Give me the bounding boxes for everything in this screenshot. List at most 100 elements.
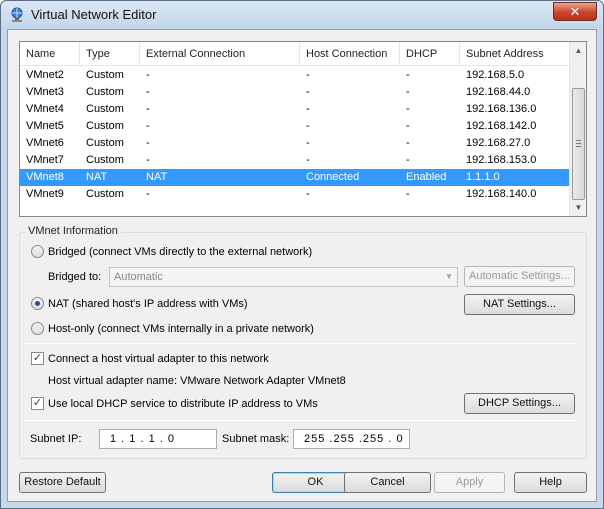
table-row[interactable]: VMnet6 Custom - - - 192.168.27.0	[20, 135, 569, 152]
subnet-ip-input[interactable]: 1 . 1 . 1 . 0	[99, 429, 217, 449]
nat-settings-button[interactable]: NAT Settings...	[464, 294, 575, 315]
subnet-mask-input[interactable]: 255 .255 .255 . 0	[293, 429, 410, 449]
cell-dhcp: -	[406, 69, 410, 81]
cell-subnet-address: 1.1.1.0	[466, 171, 500, 183]
table-row[interactable]: VMnet9 Custom - - - 192.168.140.0	[20, 186, 569, 203]
table-row[interactable]: VMnet5 Custom - - - 192.168.142.0	[20, 118, 569, 135]
group-separator	[25, 420, 575, 421]
cell-subnet-address: 192.168.44.0	[466, 86, 531, 98]
nat-radio[interactable]: NAT (shared host's IP address with VMs)	[31, 296, 248, 312]
dialog-client-area: Name Type External Connection Host Conne…	[7, 29, 597, 502]
vmnet-information-label: VMnet Information	[25, 225, 121, 237]
use-local-dhcp-checkbox[interactable]: ✓ Use local DHCP service to distribute IP…	[31, 396, 318, 412]
cell-host-connection: Connected	[306, 171, 360, 183]
cell-host-connection: -	[306, 86, 310, 98]
scroll-up-arrow-icon[interactable]: ▲	[570, 42, 587, 59]
scrollbar-grip	[576, 146, 581, 147]
cell-external-connection: -	[146, 103, 150, 115]
cell-subnet-address: 192.168.5.0	[466, 69, 525, 81]
list-body: VMnet2 Custom - - - 192.168.5.0 VMnet3 C…	[20, 67, 569, 203]
scroll-down-arrow-icon[interactable]: ▼	[570, 199, 587, 216]
table-row[interactable]: VMnet7 Custom - - - 192.168.153.0	[20, 152, 569, 169]
dropdown-arrow-icon: ▼	[445, 272, 453, 281]
cell-name: VMnet4	[26, 103, 64, 115]
cancel-button[interactable]: Cancel	[344, 472, 431, 493]
bridged-radio-label: Bridged (connect VMs directly to the ext…	[48, 246, 313, 258]
column-header-type[interactable]: Type	[80, 42, 140, 66]
cell-dhcp: -	[406, 86, 410, 98]
host-only-radio[interactable]: Host-only (connect VMs internally in a p…	[31, 321, 314, 337]
host-only-radio-label: Host-only (connect VMs internally in a p…	[48, 323, 314, 335]
table-row[interactable]: VMnet4 Custom - - - 192.168.136.0	[20, 101, 569, 118]
column-header-subnet-address[interactable]: Subnet Address	[460, 42, 569, 66]
subnet-mask-label: Subnet mask:	[222, 433, 290, 445]
dhcp-settings-button[interactable]: DHCP Settings...	[464, 393, 575, 414]
cell-external-connection: NAT	[146, 171, 168, 183]
cell-dhcp: Enabled	[406, 171, 447, 183]
bridged-radio[interactable]: Bridged (connect VMs directly to the ext…	[31, 244, 312, 260]
automatic-settings-button[interactable]: Automatic Settings...	[464, 266, 575, 287]
cell-external-connection: -	[146, 86, 150, 98]
cell-name: VMnet9	[26, 188, 64, 200]
column-header-host-connection[interactable]: Host Connection	[300, 42, 400, 66]
cell-dhcp: -	[406, 154, 410, 166]
bridged-to-value: Automatic	[114, 271, 163, 283]
column-header-dhcp[interactable]: DHCP	[400, 42, 460, 66]
host-adapter-name: Host virtual adapter name: VMware Networ…	[48, 375, 346, 387]
radio-circle[interactable]	[31, 321, 44, 335]
connect-host-adapter-checkbox[interactable]: ✓ Connect a host virtual adapter to this …	[31, 351, 269, 367]
network-globe-icon	[11, 7, 23, 22]
list-header: Name Type External Connection Host Conne…	[20, 42, 569, 66]
checkbox-checked[interactable]: ✓	[31, 396, 44, 410]
window-title: Virtual Network Editor	[31, 7, 157, 22]
apply-button[interactable]: Apply	[434, 472, 505, 493]
cell-dhcp: -	[406, 137, 410, 149]
cell-external-connection: -	[146, 69, 150, 81]
help-button[interactable]: Help	[514, 472, 587, 493]
table-row[interactable]: VMnet3 Custom - - - 192.168.44.0	[20, 84, 569, 101]
checkbox-checked[interactable]: ✓	[31, 351, 44, 365]
restore-default-button[interactable]: Restore Default	[19, 472, 106, 493]
scrollbar-thumb[interactable]	[572, 88, 585, 200]
nat-radio-label: NAT (shared host's IP address with VMs)	[48, 298, 248, 310]
cell-dhcp: -	[406, 188, 410, 200]
cell-dhcp: -	[406, 120, 410, 132]
radio-circle[interactable]	[31, 244, 44, 258]
column-header-name[interactable]: Name	[20, 42, 80, 66]
column-header-external-connection[interactable]: External Connection	[140, 42, 300, 66]
scrollbar-grip	[576, 140, 581, 141]
radio-circle-selected[interactable]	[31, 296, 44, 310]
bridged-to-dropdown[interactable]: Automatic ▼	[109, 267, 458, 287]
cell-host-connection: -	[306, 137, 310, 149]
cell-subnet-address: 192.168.27.0	[466, 137, 531, 149]
cell-host-connection: -	[306, 69, 310, 81]
vmnet-list[interactable]: Name Type External Connection Host Conne…	[19, 41, 587, 217]
close-button[interactable]: ✕	[553, 2, 597, 21]
scrollbar-grip	[576, 143, 581, 144]
table-row[interactable]: VMnet2 Custom - - - 192.168.5.0	[20, 67, 569, 84]
cell-type: Custom	[86, 86, 124, 98]
cell-subnet-address: 192.168.153.0	[466, 154, 537, 166]
cell-type: Custom	[86, 154, 124, 166]
table-row-selected[interactable]: VMnet8 NAT NAT Connected Enabled 1.1.1.0	[20, 169, 569, 186]
cell-type: Custom	[86, 188, 124, 200]
cell-subnet-address: 192.168.136.0	[466, 103, 537, 115]
cell-external-connection: -	[146, 154, 150, 166]
cell-external-connection: -	[146, 120, 150, 132]
use-local-dhcp-label: Use local DHCP service to distribute IP …	[48, 398, 318, 410]
subnet-ip-label: Subnet IP:	[30, 433, 82, 445]
bridged-to-label: Bridged to:	[48, 271, 102, 283]
cell-type: Custom	[86, 120, 124, 132]
connect-host-adapter-label: Connect a host virtual adapter to this n…	[48, 353, 269, 365]
title-bar[interactable]: Virtual Network Editor ✕	[1, 1, 603, 29]
cell-name: VMnet7	[26, 154, 64, 166]
cell-name: VMnet5	[26, 120, 64, 132]
cell-type: NAT	[86, 171, 108, 183]
cell-type: Custom	[86, 69, 124, 81]
cell-type: Custom	[86, 103, 124, 115]
cell-host-connection: -	[306, 103, 310, 115]
cell-name: VMnet8	[26, 171, 64, 183]
cell-host-connection: -	[306, 120, 310, 132]
vertical-scrollbar[interactable]: ▲ ▼	[569, 42, 586, 216]
cell-external-connection: -	[146, 137, 150, 149]
